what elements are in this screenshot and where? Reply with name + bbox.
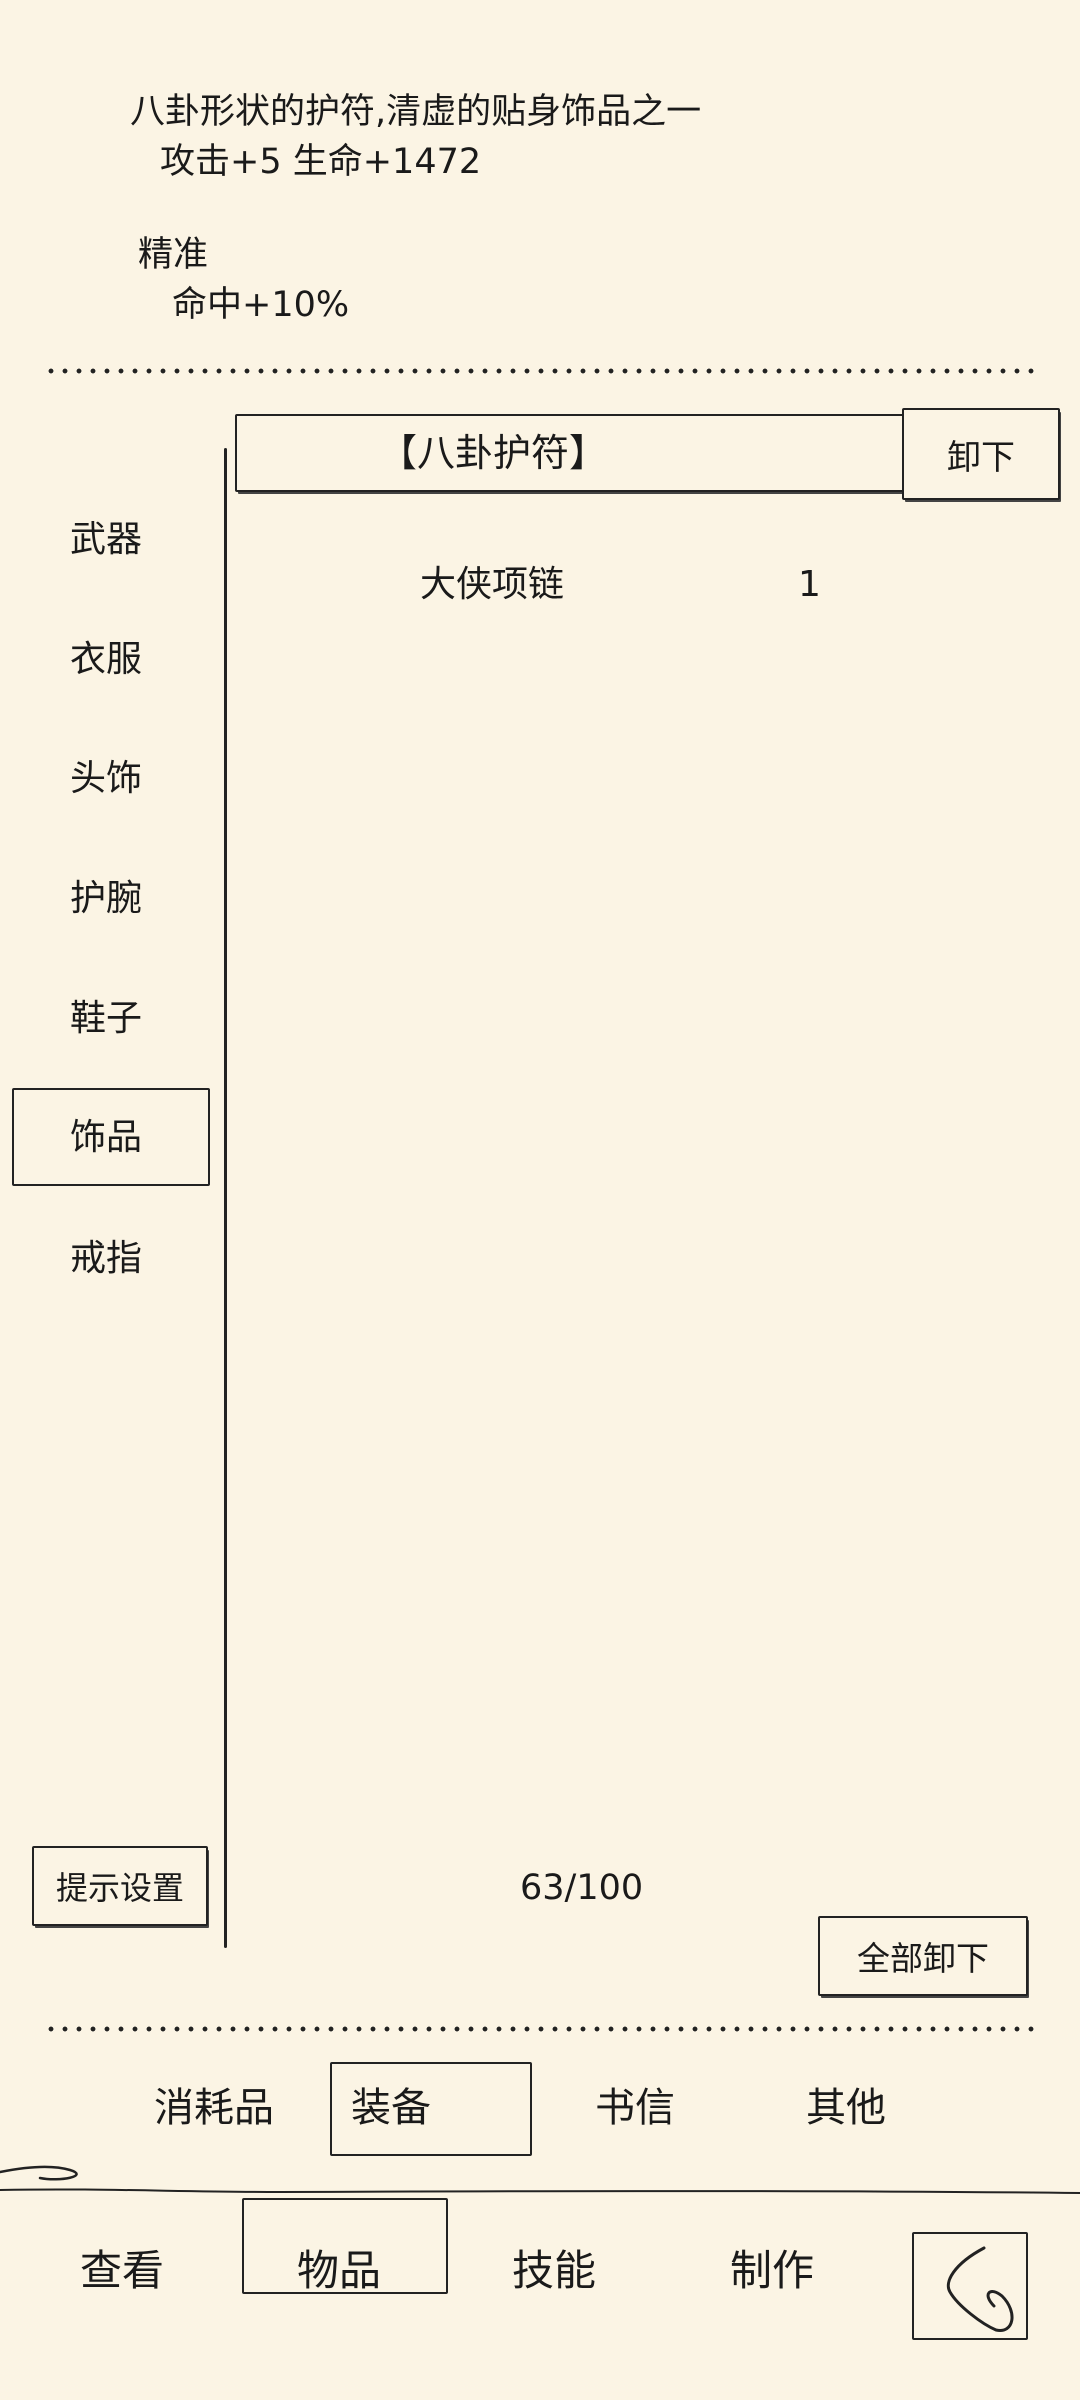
equipped-item-bar[interactable]: 【八卦护符】	[235, 414, 905, 492]
trait-effect: 命中+10%	[172, 285, 350, 325]
list-item-name: 大侠项链	[420, 564, 565, 605]
nav-item-items[interactable]: 物品	[297, 2245, 381, 2297]
top-separator	[44, 368, 1038, 374]
sidebar-item-shoes[interactable]: 鞋子	[70, 997, 142, 1041]
item-description: 八卦形状的护符,清虚的贴身饰品之一	[130, 92, 702, 132]
sidebar-divider	[224, 448, 227, 1948]
list-item-count: 1	[798, 564, 821, 605]
nav-item-view[interactable]: 查看	[80, 2245, 164, 2297]
sidebar-item-ring[interactable]: 戒指	[70, 1237, 142, 1281]
tab-letters[interactable]: 书信	[595, 2083, 675, 2133]
back-icon	[946, 2246, 1014, 2332]
sidebar-item-bracer[interactable]: 护腕	[70, 877, 142, 921]
nav-divider	[0, 2165, 1080, 2194]
tab-other[interactable]: 其他	[806, 2083, 886, 2133]
nav-item-skills[interactable]: 技能	[512, 2245, 596, 2297]
list-item[interactable]: 大侠项链 1	[240, 560, 900, 616]
sidebar-item-clothes[interactable]: 衣服	[70, 638, 142, 682]
unequip-all-button[interactable]: 全部卸下	[818, 1916, 1028, 1996]
hint-settings-button[interactable]: 提示设置	[32, 1846, 208, 1926]
sidebar-item-accessory[interactable]: 饰品	[70, 1116, 142, 1160]
back-button[interactable]	[912, 2232, 1028, 2340]
trait-name: 精准	[138, 235, 209, 275]
inventory-capacity: 63/100	[520, 1868, 644, 1908]
sidebar-item-headwear[interactable]: 头饰	[70, 757, 142, 801]
tab-equipment[interactable]: 装备	[351, 2083, 431, 2133]
nav-item-craft[interactable]: 制作	[730, 2245, 814, 2297]
bottom-separator	[44, 2026, 1038, 2032]
equipped-item-name: 【八卦护符】	[379, 431, 608, 475]
sidebar-item-weapon[interactable]: 武器	[70, 518, 142, 562]
unequip-button[interactable]: 卸下	[902, 408, 1060, 500]
item-stats: 攻击+5 生命+1472	[160, 142, 482, 182]
tab-consumables[interactable]: 消耗品	[154, 2083, 274, 2133]
